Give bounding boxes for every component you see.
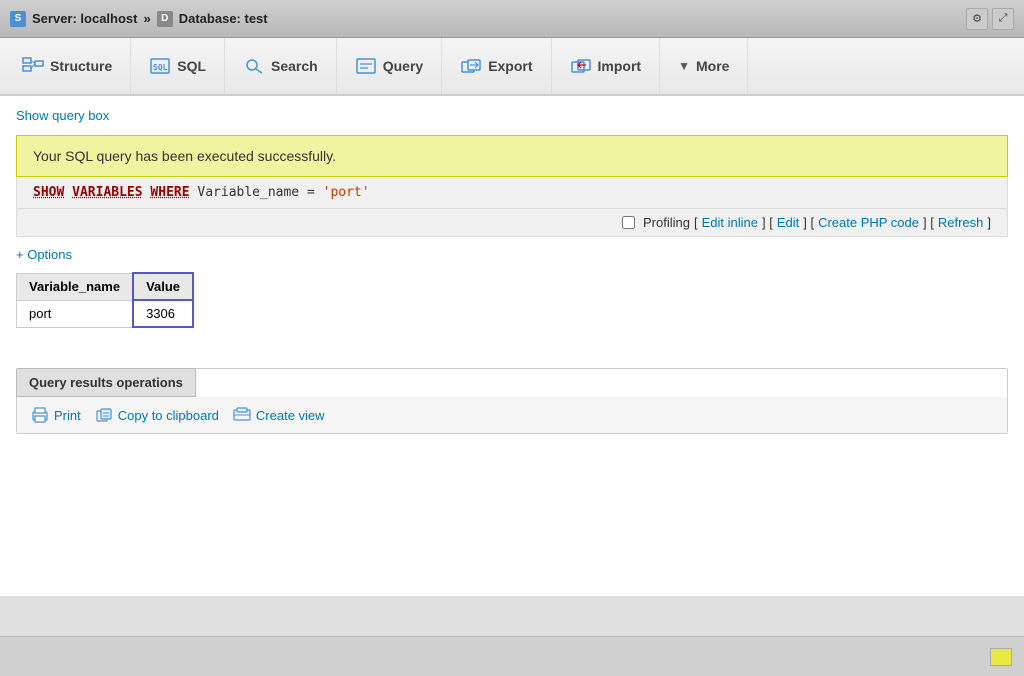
create-view-icon: [233, 407, 251, 423]
main-content: Show query box Your SQL query has been e…: [0, 96, 1024, 596]
create-view-label: Create view: [256, 408, 325, 423]
sql-keyword-where: WHERE: [150, 185, 189, 200]
sql-normal-part: Variable_name =: [197, 185, 322, 200]
profiling-checkbox[interactable]: [622, 216, 635, 229]
copy-icon: [95, 407, 113, 423]
edit-link[interactable]: Edit: [777, 215, 799, 230]
create-php-link[interactable]: Create PHP code: [818, 215, 919, 230]
tab-export[interactable]: Export: [442, 38, 551, 94]
print-icon: [31, 407, 49, 423]
export-icon: [460, 57, 482, 75]
query-icon: [355, 57, 377, 75]
success-banner: Your SQL query has been executed success…: [16, 135, 1008, 177]
cell-variable-name: port: [17, 300, 134, 327]
print-link[interactable]: Print: [31, 407, 81, 423]
svg-text:SQL: SQL: [153, 63, 168, 72]
print-label: Print: [54, 408, 81, 423]
query-ops-body: Print Copy to clipboard: [17, 397, 1007, 433]
sql-string-port: 'port': [323, 185, 370, 200]
table-row: port 3306: [17, 300, 194, 327]
success-message: Your SQL query has been executed success…: [33, 148, 336, 164]
tab-export-label: Export: [488, 58, 532, 74]
tab-structure-label: Structure: [50, 58, 112, 74]
structure-icon: [22, 57, 44, 75]
copy-label: Copy to clipboard: [118, 408, 219, 423]
restore-button[interactable]: ⤢: [992, 8, 1014, 30]
col-value-header: Value: [133, 273, 193, 300]
copy-clipboard-link[interactable]: Copy to clipboard: [95, 407, 219, 423]
navbar: Structure SQL SQL Search: [0, 38, 1024, 96]
bottom-bar: [0, 636, 1024, 676]
sql-icon: SQL: [149, 57, 171, 75]
breadcrumb-separator: »: [144, 11, 151, 26]
tab-search[interactable]: Search: [225, 38, 337, 94]
tab-sql-label: SQL: [177, 58, 206, 74]
tab-query[interactable]: Query: [337, 38, 442, 94]
database-icon: D: [157, 11, 173, 27]
titlebar-controls: ⚙ ⤢: [966, 8, 1014, 30]
settings-button[interactable]: ⚙: [966, 8, 988, 30]
import-icon: [570, 57, 592, 75]
chevron-down-icon: ▼: [678, 59, 690, 73]
options-link[interactable]: + Options: [16, 247, 72, 262]
profiling-bar: Profiling [Edit inline] [Edit] [Create P…: [16, 209, 1008, 237]
tab-more[interactable]: ▼ More: [660, 38, 748, 94]
titlebar-left: S Server: localhost » D Database: test: [10, 11, 268, 27]
server-icon: S: [10, 11, 26, 27]
cell-value: 3306: [133, 300, 193, 327]
query-ops-header: Query results operations: [16, 368, 196, 397]
col-variable-name-header: Variable_name: [17, 273, 134, 300]
query-ops-section: Query results operations Print: [16, 368, 1008, 434]
tab-more-label: More: [696, 58, 729, 74]
bottom-status-icon: [990, 648, 1012, 666]
tab-import-label: Import: [598, 58, 642, 74]
tab-search-label: Search: [271, 58, 318, 74]
server-label: Server: localhost: [32, 11, 138, 26]
tab-sql[interactable]: SQL SQL: [131, 38, 225, 94]
sql-code-area: SHOW VARIABLES WHERE Variable_name = 'po…: [16, 177, 1008, 209]
search-icon: [243, 57, 265, 75]
create-view-link[interactable]: Create view: [233, 407, 325, 423]
tab-query-label: Query: [383, 58, 423, 74]
database-label: Database: test: [179, 11, 268, 26]
profiling-label: Profiling: [643, 215, 690, 230]
sql-keyword-variables: VARIABLES: [72, 185, 142, 200]
refresh-link[interactable]: Refresh: [938, 215, 984, 230]
show-query-box-link[interactable]: Show query box: [16, 108, 1008, 123]
sql-keyword-show: SHOW: [33, 185, 64, 200]
results-table: Variable_name Value port 3306: [16, 272, 194, 328]
tab-import[interactable]: Import: [552, 38, 661, 94]
tab-structure[interactable]: Structure: [4, 38, 131, 94]
edit-inline-link[interactable]: Edit inline: [702, 215, 758, 230]
titlebar: S Server: localhost » D Database: test ⚙…: [0, 0, 1024, 38]
